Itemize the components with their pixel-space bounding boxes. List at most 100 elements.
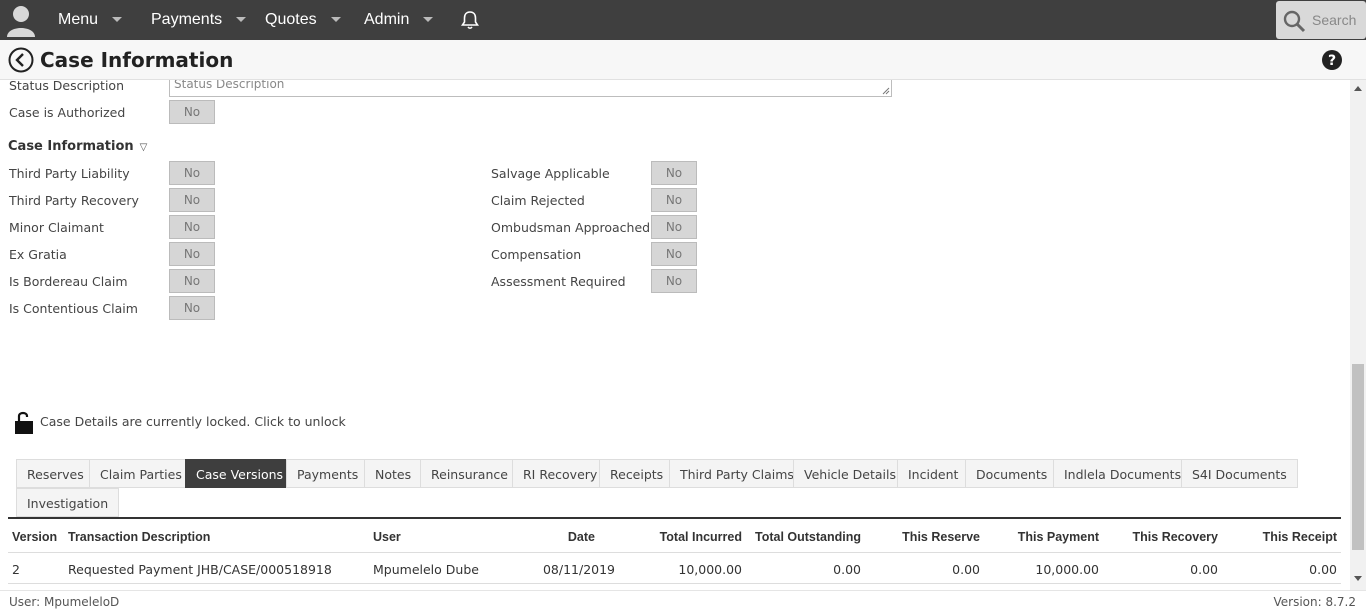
tab-indlela-documents[interactable]: Indlela Documents <box>1053 459 1193 488</box>
tab-receipts[interactable]: Receipts <box>599 459 675 488</box>
contentious-claim-toggle[interactable]: No <box>169 296 215 320</box>
third-party-recovery-label: Third Party Recovery <box>9 193 139 208</box>
third-party-liability-label: Third Party Liability <box>9 166 130 181</box>
bordereau-claim-toggle[interactable]: No <box>169 269 215 293</box>
tab-documents[interactable]: Documents <box>965 459 1059 488</box>
nav-admin-label: Admin <box>364 11 410 28</box>
tab-investigation[interactable]: Investigation <box>16 488 120 517</box>
compensation-label: Compensation <box>491 247 582 262</box>
nav-admin[interactable]: Admin <box>364 0 434 40</box>
tab-reinsurance[interactable]: Reinsurance <box>420 459 519 488</box>
chevron-down-icon <box>423 17 434 23</box>
page-title: Case Information <box>40 48 234 72</box>
nav-menu[interactable]: Menu <box>58 0 123 40</box>
col-this-receipt[interactable]: This Receipt <box>1217 530 1337 544</box>
page-header: Case Information ? <box>0 40 1366 80</box>
contentious-claim-label: Is Contentious Claim <box>9 301 138 316</box>
scroll-down-arrow-icon[interactable] <box>1354 576 1362 581</box>
search-icon <box>1283 10 1306 33</box>
status-description-label: Status Description <box>9 80 124 93</box>
cell-this-payment: 10,000.00 <box>1035 562 1099 577</box>
tab-s4i-documents[interactable]: S4I Documents <box>1181 459 1298 488</box>
col-user[interactable]: User <box>373 530 401 544</box>
cell-this-receipt: 0.00 <box>1309 562 1337 577</box>
compensation-toggle[interactable]: No <box>651 242 697 266</box>
nav-quotes[interactable]: Quotes <box>265 0 341 40</box>
cell-transaction-description: Requested Payment JHB/CASE/000518918 <box>68 562 332 577</box>
cell-version: 2 <box>12 562 20 577</box>
tab-incident[interactable]: Incident <box>897 459 970 488</box>
col-total-incurred[interactable]: Total Incurred <box>622 530 742 544</box>
status-description-placeholder: Status Description <box>174 80 285 91</box>
nav-payments[interactable]: Payments <box>151 0 247 40</box>
nav-payments-label: Payments <box>151 11 223 28</box>
search-box[interactable]: Search <box>1276 1 1366 39</box>
svg-text:?: ? <box>1328 53 1336 69</box>
nav-quotes-label: Quotes <box>265 11 317 28</box>
status-description-field[interactable]: Status Description <box>169 80 892 97</box>
chevron-down-icon <box>236 17 247 23</box>
tab-payments[interactable]: Payments <box>286 459 370 488</box>
case-authorized-label: Case is Authorized <box>9 105 126 120</box>
back-arrow-icon[interactable] <box>8 47 34 73</box>
col-this-recovery[interactable]: This Recovery <box>1098 530 1218 544</box>
help-icon[interactable]: ? <box>1322 50 1342 70</box>
cell-total-outstanding: 0.00 <box>833 562 861 577</box>
tab-notes[interactable]: Notes <box>364 459 423 488</box>
resize-grip-icon[interactable] <box>882 87 890 95</box>
section-title-text: Case Information <box>8 139 134 154</box>
salvage-applicable-label: Salvage Applicable <box>491 166 610 181</box>
tab-case-versions[interactable]: Case Versions <box>185 459 295 488</box>
col-date[interactable]: Date <box>495 530 595 544</box>
salvage-applicable-toggle[interactable]: No <box>651 161 697 185</box>
claim-rejected-label: Claim Rejected <box>491 193 585 208</box>
ombudsman-approached-toggle[interactable]: No <box>651 215 697 239</box>
scrollbar-thumb[interactable] <box>1352 364 1364 550</box>
cell-date: 08/11/2019 <box>542 562 615 577</box>
tab-reserves[interactable]: Reserves <box>16 459 95 488</box>
chevron-down-icon <box>330 17 341 23</box>
ex-gratia-label: Ex Gratia <box>9 247 67 262</box>
claim-rejected-toggle[interactable]: No <box>651 188 697 212</box>
col-this-reserve[interactable]: This Reserve <box>860 530 980 544</box>
third-party-liability-toggle[interactable]: No <box>169 161 215 185</box>
col-this-payment[interactable]: This Payment <box>979 530 1099 544</box>
cell-this-recovery: 0.00 <box>1190 562 1218 577</box>
third-party-recovery-toggle[interactable]: No <box>169 188 215 212</box>
user-avatar-icon[interactable] <box>4 3 38 37</box>
tab-divider <box>8 517 1341 519</box>
minor-claimant-label: Minor Claimant <box>9 220 104 235</box>
notification-bell-icon[interactable] <box>460 10 480 30</box>
case-authorized-toggle[interactable]: No <box>169 100 215 124</box>
col-version[interactable]: Version <box>12 530 57 544</box>
vertical-scrollbar[interactable] <box>1350 80 1366 590</box>
cell-total-incurred: 10,000.00 <box>678 562 742 577</box>
bordereau-claim-label: Is Bordereau Claim <box>9 274 128 289</box>
unlocked-padlock-icon <box>15 411 33 434</box>
tab-claim-parties[interactable]: Claim Parties <box>89 459 193 488</box>
table-row-divider <box>8 583 1341 584</box>
footer-version: Version: 8.7.2 <box>1273 595 1356 609</box>
footer-user: User: MpumeleloD <box>9 595 120 609</box>
col-total-outstanding[interactable]: Total Outstanding <box>741 530 861 544</box>
tab-vehicle-details[interactable]: Vehicle Details <box>793 459 908 488</box>
ex-gratia-toggle[interactable]: No <box>169 242 215 266</box>
tab-ri-recovery[interactable]: RI Recovery <box>512 459 609 488</box>
scroll-up-arrow-icon[interactable] <box>1354 86 1362 91</box>
nav-menu-label: Menu <box>58 11 99 28</box>
cell-this-reserve: 0.00 <box>952 562 980 577</box>
col-transaction-description[interactable]: Transaction Description <box>68 530 210 544</box>
chevron-down-icon <box>112 17 123 23</box>
search-placeholder: Search <box>1312 12 1357 28</box>
collapse-triangle-icon: ▽ <box>139 142 148 153</box>
case-information-section-title[interactable]: Case Information ▽ <box>8 139 147 154</box>
lock-message: Case Details are currently locked. Click… <box>40 414 346 429</box>
top-nav-bar: Menu Payments Quotes Admin Search <box>0 0 1366 40</box>
status-footer: User: MpumeleloD Version: 8.7.2 <box>0 590 1366 613</box>
assessment-required-toggle[interactable]: No <box>651 269 697 293</box>
minor-claimant-toggle[interactable]: No <box>169 215 215 239</box>
cell-user: Mpumelelo Dube <box>373 562 479 577</box>
case-content: Status Description Status Description Ca… <box>0 80 1350 590</box>
tab-third-party-claims[interactable]: Third Party Claims <box>669 459 805 488</box>
assessment-required-label: Assessment Required <box>491 274 626 289</box>
